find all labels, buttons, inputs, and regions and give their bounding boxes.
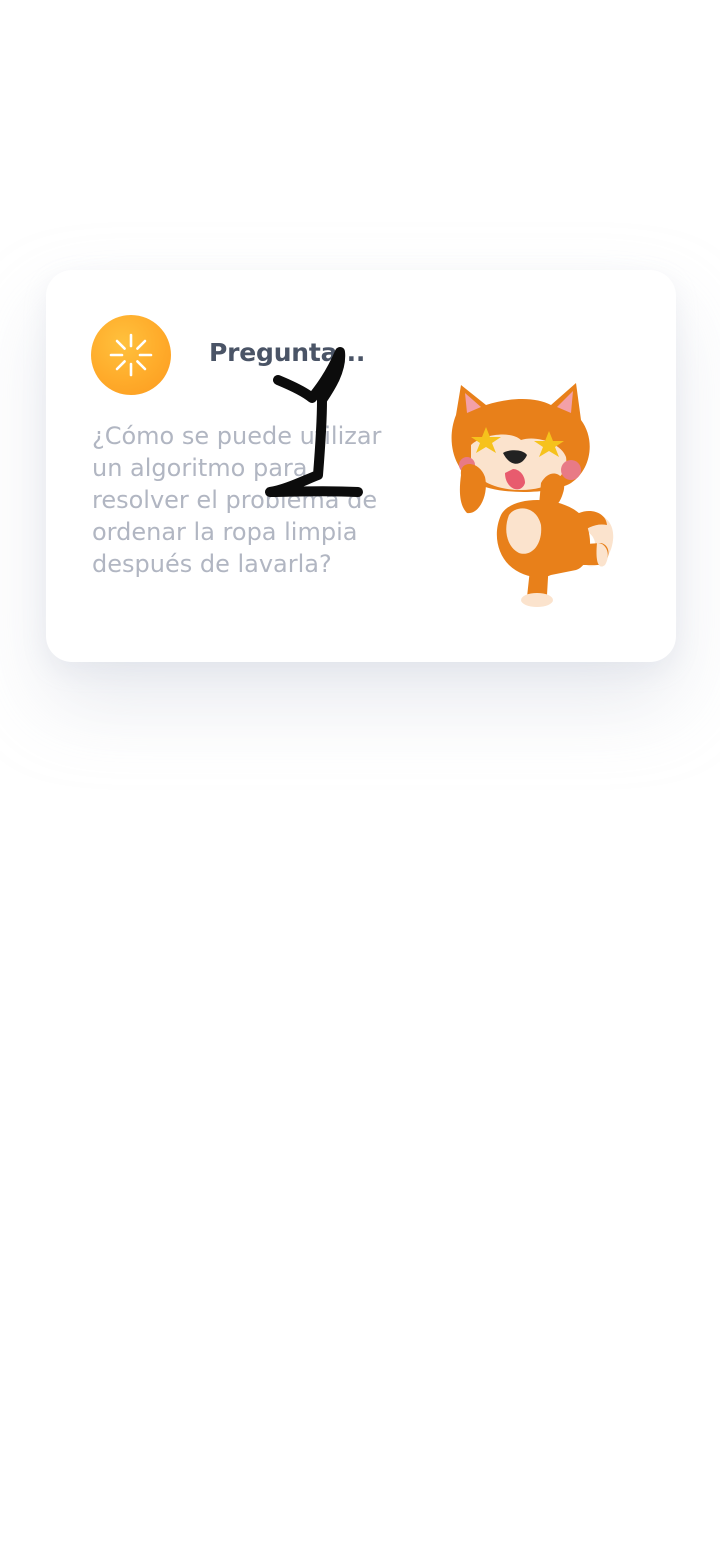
question-text: ¿Cómo se puede utilizar un algoritmo par… — [92, 422, 382, 578]
loading-badge — [91, 315, 171, 395]
card-title: Pregunta... — [209, 338, 366, 367]
question-card[interactable]: Pregunta... ¿Cómo se puede utilizar un a… — [46, 270, 676, 662]
screen: Pregunta... ¿Cómo se puede utilizar un a… — [0, 0, 720, 1560]
loading-spinner-icon — [109, 333, 153, 377]
shiba-mascot-illustration — [451, 383, 614, 607]
